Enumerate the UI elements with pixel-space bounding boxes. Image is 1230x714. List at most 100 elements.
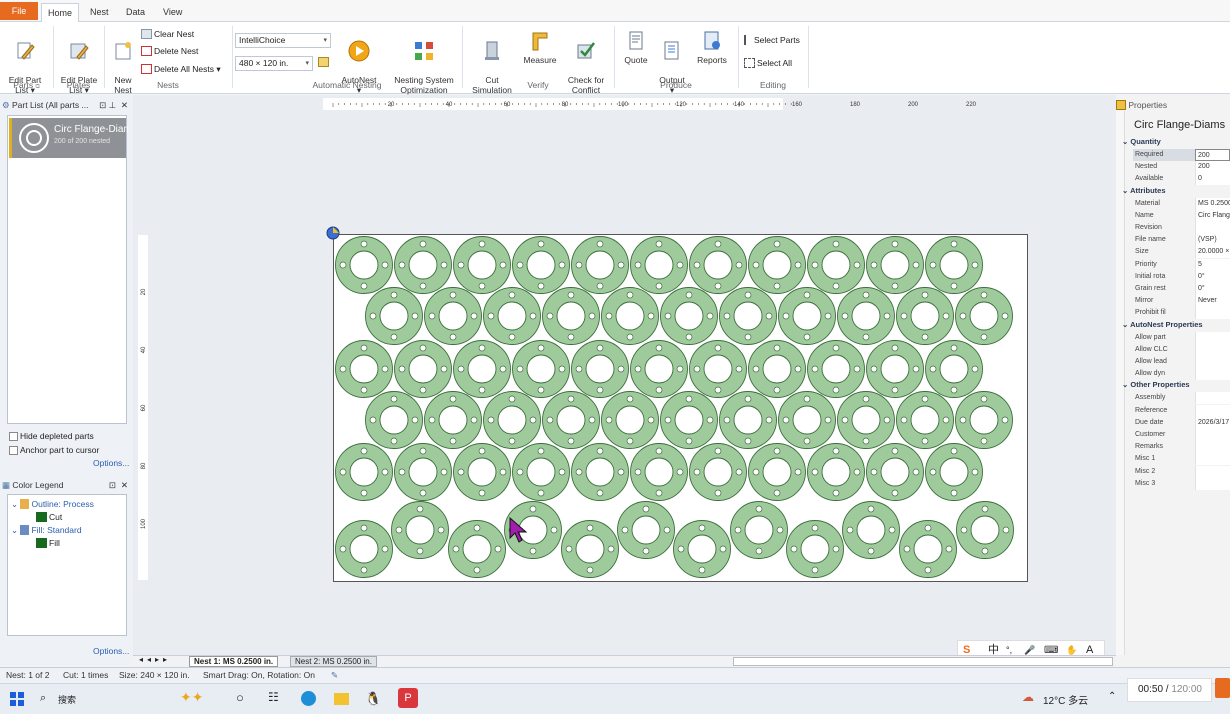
flange-part[interactable] (689, 236, 747, 294)
property-row[interactable]: Priority 5 (1133, 258, 1230, 271)
hide-depleted-checkbox[interactable]: Hide depleted parts (9, 431, 94, 441)
flange-part[interactable] (512, 236, 570, 294)
delete-all-nests-button[interactable]: Delete All Nests ▾ (141, 64, 221, 75)
flange-part[interactable] (896, 287, 954, 345)
windows-start-icon[interactable] (10, 692, 24, 706)
flange-part[interactable] (571, 236, 629, 294)
flange-part[interactable] (571, 443, 629, 501)
tab-view[interactable]: View (157, 3, 188, 22)
property-value[interactable] (1195, 392, 1230, 405)
reports-button[interactable]: Reports (694, 30, 730, 65)
nest-tab-1[interactable]: Nest 1: MS 0.2500 in. (189, 656, 279, 667)
property-row[interactable]: File name (VSP) (1133, 234, 1230, 247)
property-row[interactable]: Prohibit fil (1133, 307, 1230, 320)
legend-fill-item-row[interactable]: Fill (36, 538, 60, 548)
qq-icon[interactable]: 🐧 (365, 691, 381, 707)
property-value[interactable]: Circ Flange (1195, 209, 1230, 222)
plate-sheet[interactable] (333, 234, 1028, 582)
pin-icon[interactable]: ⊡ (109, 478, 116, 492)
flange-part[interactable] (660, 391, 718, 449)
property-category[interactable]: ⌄ Quantity (1122, 137, 1161, 146)
flange-part[interactable] (365, 391, 423, 449)
flange-part[interactable] (571, 340, 629, 398)
property-row[interactable]: Size 20.0000 × (1133, 246, 1230, 259)
property-row[interactable]: Allow lead (1133, 356, 1230, 368)
plate-settings-button[interactable] (318, 57, 331, 67)
flange-part[interactable] (866, 236, 924, 294)
flange-part[interactable] (673, 520, 731, 578)
flange-part[interactable] (778, 391, 836, 449)
flange-part[interactable] (601, 391, 659, 449)
flange-part[interactable] (542, 391, 600, 449)
property-row[interactable]: Due date 2026/3/17 (1133, 416, 1230, 429)
flange-part[interactable] (896, 391, 954, 449)
close-icon[interactable]: ✕ (121, 98, 128, 112)
property-value[interactable] (1195, 429, 1230, 441)
flange-part[interactable] (956, 501, 1014, 559)
flange-part[interactable] (748, 443, 806, 501)
clear-nest-button[interactable]: Clear Nest (141, 29, 194, 39)
flange-part[interactable] (335, 236, 393, 294)
status-brush-icon[interactable]: ✎ (331, 668, 338, 683)
nav-arrows-icon[interactable]: ◂◂▸▸ (139, 655, 171, 664)
flange-part[interactable] (807, 443, 865, 501)
tray-chevron-icon[interactable]: ⌃ (1108, 691, 1116, 702)
property-value[interactable] (1195, 441, 1230, 454)
property-row[interactable]: Reference (1133, 404, 1230, 417)
property-row[interactable]: Name Circ Flange (1133, 209, 1230, 222)
property-row[interactable]: Allow part (1133, 331, 1230, 344)
taskbar-search-label[interactable]: 搜索 (58, 693, 76, 706)
property-category[interactable]: ⌄ AutoNest Properties (1122, 320, 1203, 329)
tab-data[interactable]: Data (120, 3, 151, 22)
flange-part[interactable] (394, 443, 452, 501)
flange-part[interactable] (394, 340, 452, 398)
flange-part[interactable] (335, 340, 393, 398)
property-value[interactable] (1195, 477, 1230, 490)
property-value[interactable]: 0° (1195, 270, 1230, 283)
flange-part[interactable] (448, 520, 506, 578)
flange-part[interactable] (778, 287, 836, 345)
flange-part[interactable] (453, 443, 511, 501)
property-row[interactable]: Misc 3 (1133, 477, 1230, 490)
property-value[interactable] (1195, 453, 1230, 466)
property-value[interactable]: 2026/3/17 (1195, 416, 1230, 429)
flange-part[interactable] (925, 236, 983, 294)
search-icon[interactable]: ⌕ (40, 692, 46, 705)
nest-tab-2[interactable]: Nest 2: MS 0.2500 in. (290, 656, 377, 667)
flange-part[interactable] (630, 443, 688, 501)
flange-part[interactable] (866, 443, 924, 501)
flange-part[interactable] (365, 287, 423, 345)
flange-part[interactable] (660, 287, 718, 345)
flange-part[interactable] (866, 340, 924, 398)
flange-part[interactable] (483, 391, 541, 449)
property-row[interactable]: Revision (1133, 222, 1230, 234)
flange-part[interactable] (748, 236, 806, 294)
close-icon[interactable]: ✕ (121, 478, 128, 492)
property-row[interactable]: Allow CLC (1133, 343, 1230, 356)
property-value[interactable]: 0° (1195, 283, 1230, 295)
flange-part[interactable] (391, 501, 449, 559)
part-list-options-link[interactable]: Options... (93, 458, 129, 468)
property-row[interactable]: Required 200 (1133, 149, 1230, 161)
property-row[interactable]: Remarks (1133, 441, 1230, 454)
orange-badge-icon[interactable] (1215, 678, 1230, 698)
property-value[interactable] (1195, 404, 1230, 417)
nesting-strategy-select[interactable]: IntelliChoice (235, 33, 331, 48)
quote-button[interactable]: Quote (620, 30, 652, 65)
property-row[interactable]: Nested 200 (1133, 161, 1230, 174)
nested-parts[interactable] (334, 235, 1029, 583)
task-view-icon[interactable]: ○ (236, 690, 244, 705)
flange-part[interactable] (689, 340, 747, 398)
flange-part[interactable] (748, 340, 806, 398)
flange-part[interactable] (786, 520, 844, 578)
property-value[interactable] (1195, 368, 1230, 381)
horizontal-scrollbar[interactable] (733, 657, 1113, 666)
tab-nest[interactable]: Nest (84, 3, 115, 22)
property-row[interactable]: Misc 1 (1133, 453, 1230, 466)
flange-part[interactable] (955, 391, 1013, 449)
property-value[interactable] (1195, 331, 1230, 344)
flange-part[interactable] (453, 236, 511, 294)
tab-home[interactable]: Home (41, 3, 80, 22)
flange-part[interactable] (542, 287, 600, 345)
delete-nest-button[interactable]: Delete Nest (141, 46, 198, 56)
